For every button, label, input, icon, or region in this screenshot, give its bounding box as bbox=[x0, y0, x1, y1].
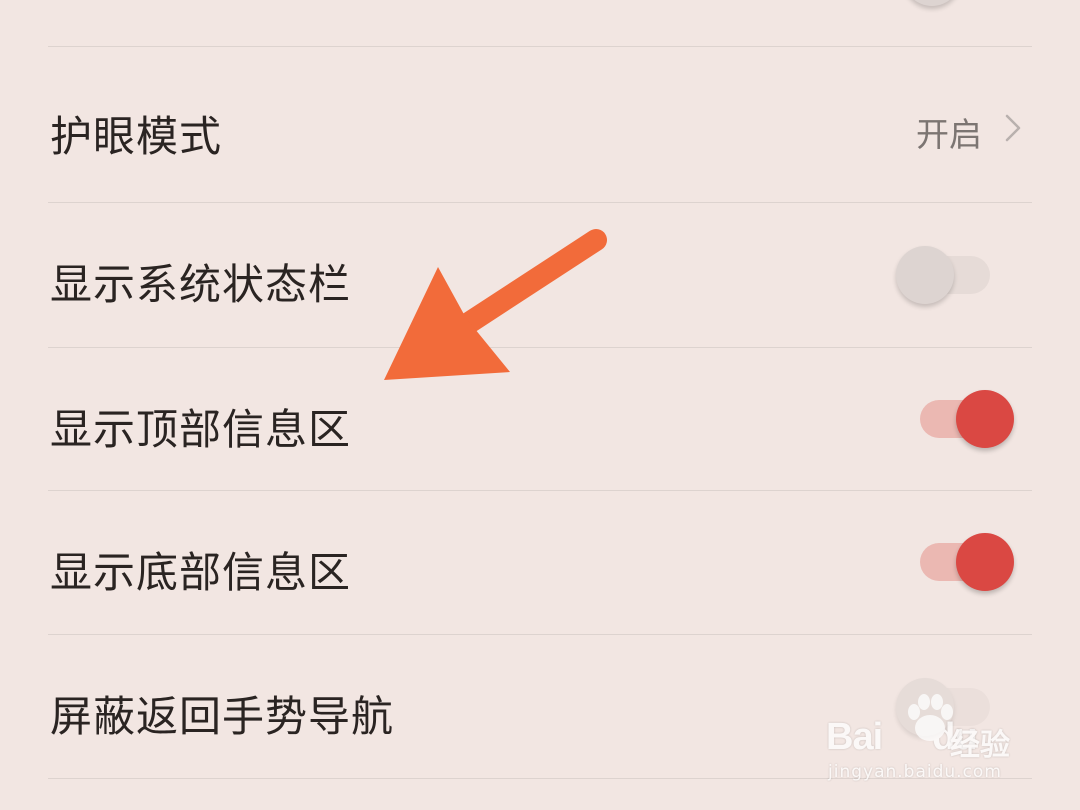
row-show-status-bar: 显示系统状态栏 bbox=[0, 203, 1080, 347]
toggle-knob bbox=[896, 246, 954, 304]
watermark-url: jingyan.baidu.com bbox=[828, 762, 1002, 782]
show-status-bar-label: 显示系统状态栏 bbox=[50, 260, 352, 309]
eye-protection-label: 护眼模式 bbox=[50, 112, 223, 161]
show-status-bar-toggle[interactable] bbox=[896, 245, 990, 305]
show-top-info-toggle[interactable] bbox=[920, 389, 1014, 449]
block-back-gesture-label: 屏蔽返回手势导航 bbox=[50, 692, 395, 741]
partial-toggle-knob[interactable] bbox=[903, 0, 961, 6]
toggle-knob bbox=[956, 390, 1014, 448]
baidu-watermark: Bai du 经验 jingyan.baidu.com bbox=[826, 690, 1046, 790]
row-show-top-info: 显示顶部信息区 bbox=[0, 348, 1080, 490]
watermark-product: 经验 bbox=[950, 728, 1010, 763]
show-top-info-label: 显示顶部信息区 bbox=[50, 405, 352, 454]
settings-list: 护眼模式 开启 显示系统状态栏 显示顶部信息区 显示底部信息区 屏蔽返回手势导航 bbox=[0, 0, 1080, 810]
eye-protection-value: 开启 bbox=[916, 115, 982, 154]
show-bottom-info-toggle[interactable] bbox=[920, 532, 1014, 592]
chevron-right-icon bbox=[1005, 114, 1021, 142]
toggle-knob bbox=[956, 533, 1014, 591]
row-show-bottom-info: 显示底部信息区 bbox=[0, 491, 1080, 634]
row-eye-protection[interactable]: 护眼模式 开启 bbox=[0, 47, 1080, 202]
show-bottom-info-label: 显示底部信息区 bbox=[50, 548, 352, 597]
